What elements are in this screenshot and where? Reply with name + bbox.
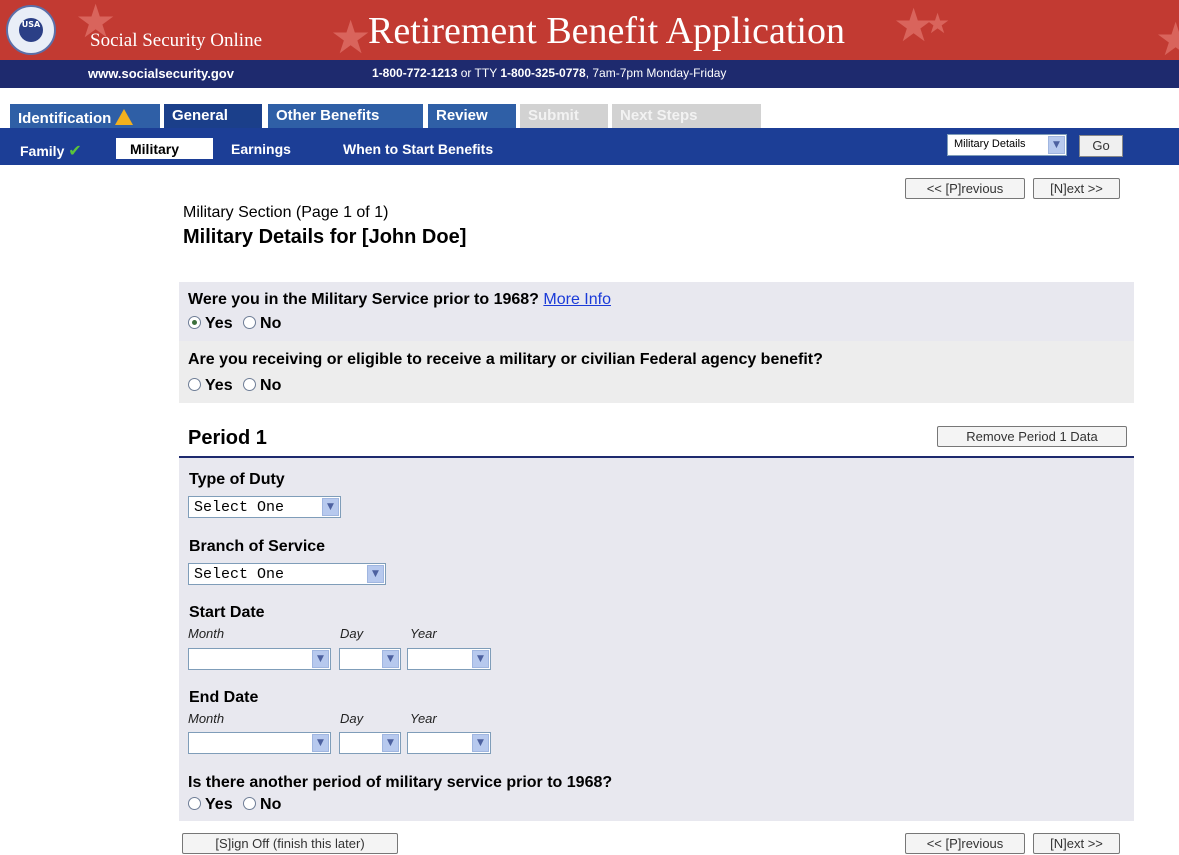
radio-no[interactable] [243,797,257,810]
chevron-down-icon[interactable]: ▼ [312,650,329,668]
year-label: Year [410,711,437,726]
subtab-when-to-start-benefits[interactable]: When to Start Benefits [343,141,493,157]
question-federal-benefit: Are you receiving or eligible to receive… [179,341,1134,403]
type-of-duty-label: Type of Duty [189,471,285,488]
end-year-select[interactable]: ▼ [407,732,491,754]
tab-general[interactable]: General [164,104,262,128]
go-button[interactable]: Go [1079,135,1123,157]
end-month-select[interactable]: ▼ [188,732,331,754]
previous-button-bottom[interactable]: << [P]revious [905,833,1025,854]
radio-yes-selected[interactable] [188,316,201,329]
tab-other-benefits[interactable]: Other Benefits [268,104,423,128]
tab-review[interactable]: Review [428,104,516,128]
chevron-down-icon[interactable]: ▼ [472,650,489,668]
question-another-period: Is there another period of military serv… [179,768,1134,821]
no-label: No [260,796,282,813]
question-text: Were you in the Military Service prior t… [188,291,539,308]
site-link[interactable]: www.socialsecurity.gov [88,66,234,81]
remove-period-button[interactable]: Remove Period 1 Data [937,426,1127,447]
yes-label: Yes [205,377,233,394]
day-label: Day [340,711,364,726]
chevron-down-icon[interactable]: ▼ [382,734,399,752]
chevron-down-icon[interactable]: ▼ [322,498,339,516]
app-title: Retirement Benefit Application [368,10,845,52]
sign-off-button[interactable]: [S]ign Off (finish this later) [182,833,398,854]
type-of-duty-select[interactable]: Select One ▼ [188,496,341,518]
chevron-down-icon[interactable]: ▼ [1048,136,1065,154]
year-label: Year [410,626,437,641]
page-title: Military Details for [John Doe] [183,226,467,248]
section-subtitle: Military Section (Page 1 of 1) [183,204,389,221]
start-year-select[interactable]: ▼ [407,648,491,670]
start-month-select[interactable]: ▼ [188,648,331,670]
radio-no[interactable] [243,316,257,329]
month-label: Month [188,626,225,641]
warning-icon [115,109,134,125]
ssa-seal-logo: USA [6,5,56,55]
start-date-label: Start Date [189,604,265,621]
next-button-top[interactable]: [N]ext >> [1033,178,1120,199]
subtab-military[interactable]: Military [116,138,213,159]
tab-submit: Submit [520,104,608,128]
previous-button-top[interactable]: << [P]revious [905,178,1025,199]
star-decoration: ★ [925,7,951,40]
no-label: No [260,315,282,332]
month-label: Month [188,711,225,726]
branch-of-service-label: Branch of Service [189,538,326,555]
next-button-bottom[interactable]: [N]ext >> [1033,833,1120,854]
chevron-down-icon[interactable]: ▼ [367,565,384,583]
star-decoration: ★ [330,10,372,60]
chevron-down-icon[interactable]: ▼ [472,734,489,752]
end-date-label: End Date [189,689,259,706]
period-title: Period 1 [188,427,267,449]
checkmark-icon: ✔ [68,141,82,160]
radio-no[interactable] [243,378,257,391]
yes-label: Yes [205,796,233,813]
brand-name[interactable]: Social Security Online [90,30,262,52]
chevron-down-icon[interactable]: ▼ [382,650,399,668]
end-day-select[interactable]: ▼ [339,732,401,754]
page-jump-select[interactable]: Military Details ▼ [947,134,1067,156]
tab-identification[interactable]: Identification [10,104,160,128]
radio-yes[interactable] [188,378,201,391]
branch-of-service-select[interactable]: Select One ▼ [188,563,386,585]
subtab-earnings[interactable]: Earnings [231,141,291,157]
question-text: Are you receiving or eligible to receive… [188,351,823,368]
radio-yes[interactable] [188,797,201,810]
no-label: No [260,377,282,394]
day-label: Day [340,626,364,641]
subtab-family[interactable]: Family ✔ [20,141,82,160]
start-day-select[interactable]: ▼ [339,648,401,670]
main-tabs: Identification General Other Benefits Re… [0,104,1179,128]
yes-label: Yes [205,315,233,332]
more-info-link[interactable]: More Info [543,291,611,308]
header-banner: ★ ★ ★ ★ ★ USA Social Security Online Ret… [0,0,1179,60]
contact-bar: www.socialsecurity.gov 1-800-772-1213 or… [0,60,1179,88]
tab-next-steps: Next Steps [612,104,761,128]
question-text: Is there another period of military serv… [188,774,613,791]
chevron-down-icon[interactable]: ▼ [312,734,329,752]
phone-info: 1-800-772-1213 or TTY 1-800-325-0778, 7a… [372,66,727,80]
question-prior-1968: Were you in the Military Service prior t… [179,282,1134,341]
star-decoration: ★ [1155,12,1179,60]
